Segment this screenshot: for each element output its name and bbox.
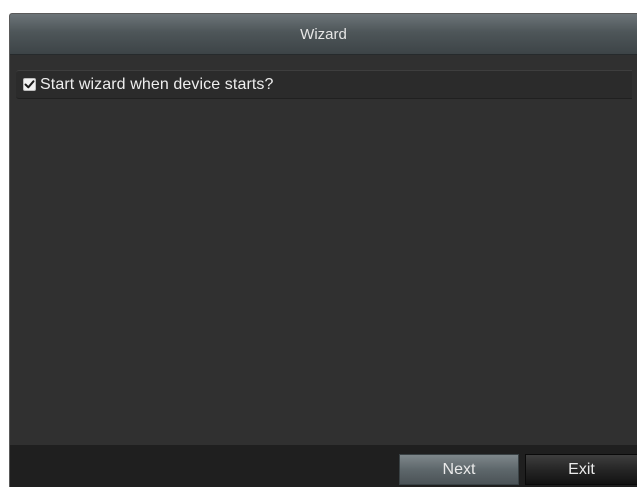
dialog-footer: Next Exit xyxy=(10,445,637,487)
checkmark-icon xyxy=(24,80,35,89)
start-wizard-option-row[interactable]: Start wizard when device starts? xyxy=(16,70,632,99)
start-wizard-checkbox[interactable] xyxy=(23,78,36,91)
dialog-titlebar: Wizard xyxy=(10,14,637,55)
next-button-label: Next xyxy=(442,460,476,478)
wizard-dialog: Wizard Start wizard when device starts? … xyxy=(9,13,637,487)
next-button[interactable]: Next xyxy=(399,454,519,485)
exit-button[interactable]: Exit xyxy=(525,454,637,485)
dialog-title: Wizard xyxy=(300,25,347,43)
start-wizard-label: Start wizard when device starts? xyxy=(40,75,274,93)
dialog-content: Start wizard when device starts? xyxy=(10,55,637,445)
exit-button-label: Exit xyxy=(568,460,595,478)
